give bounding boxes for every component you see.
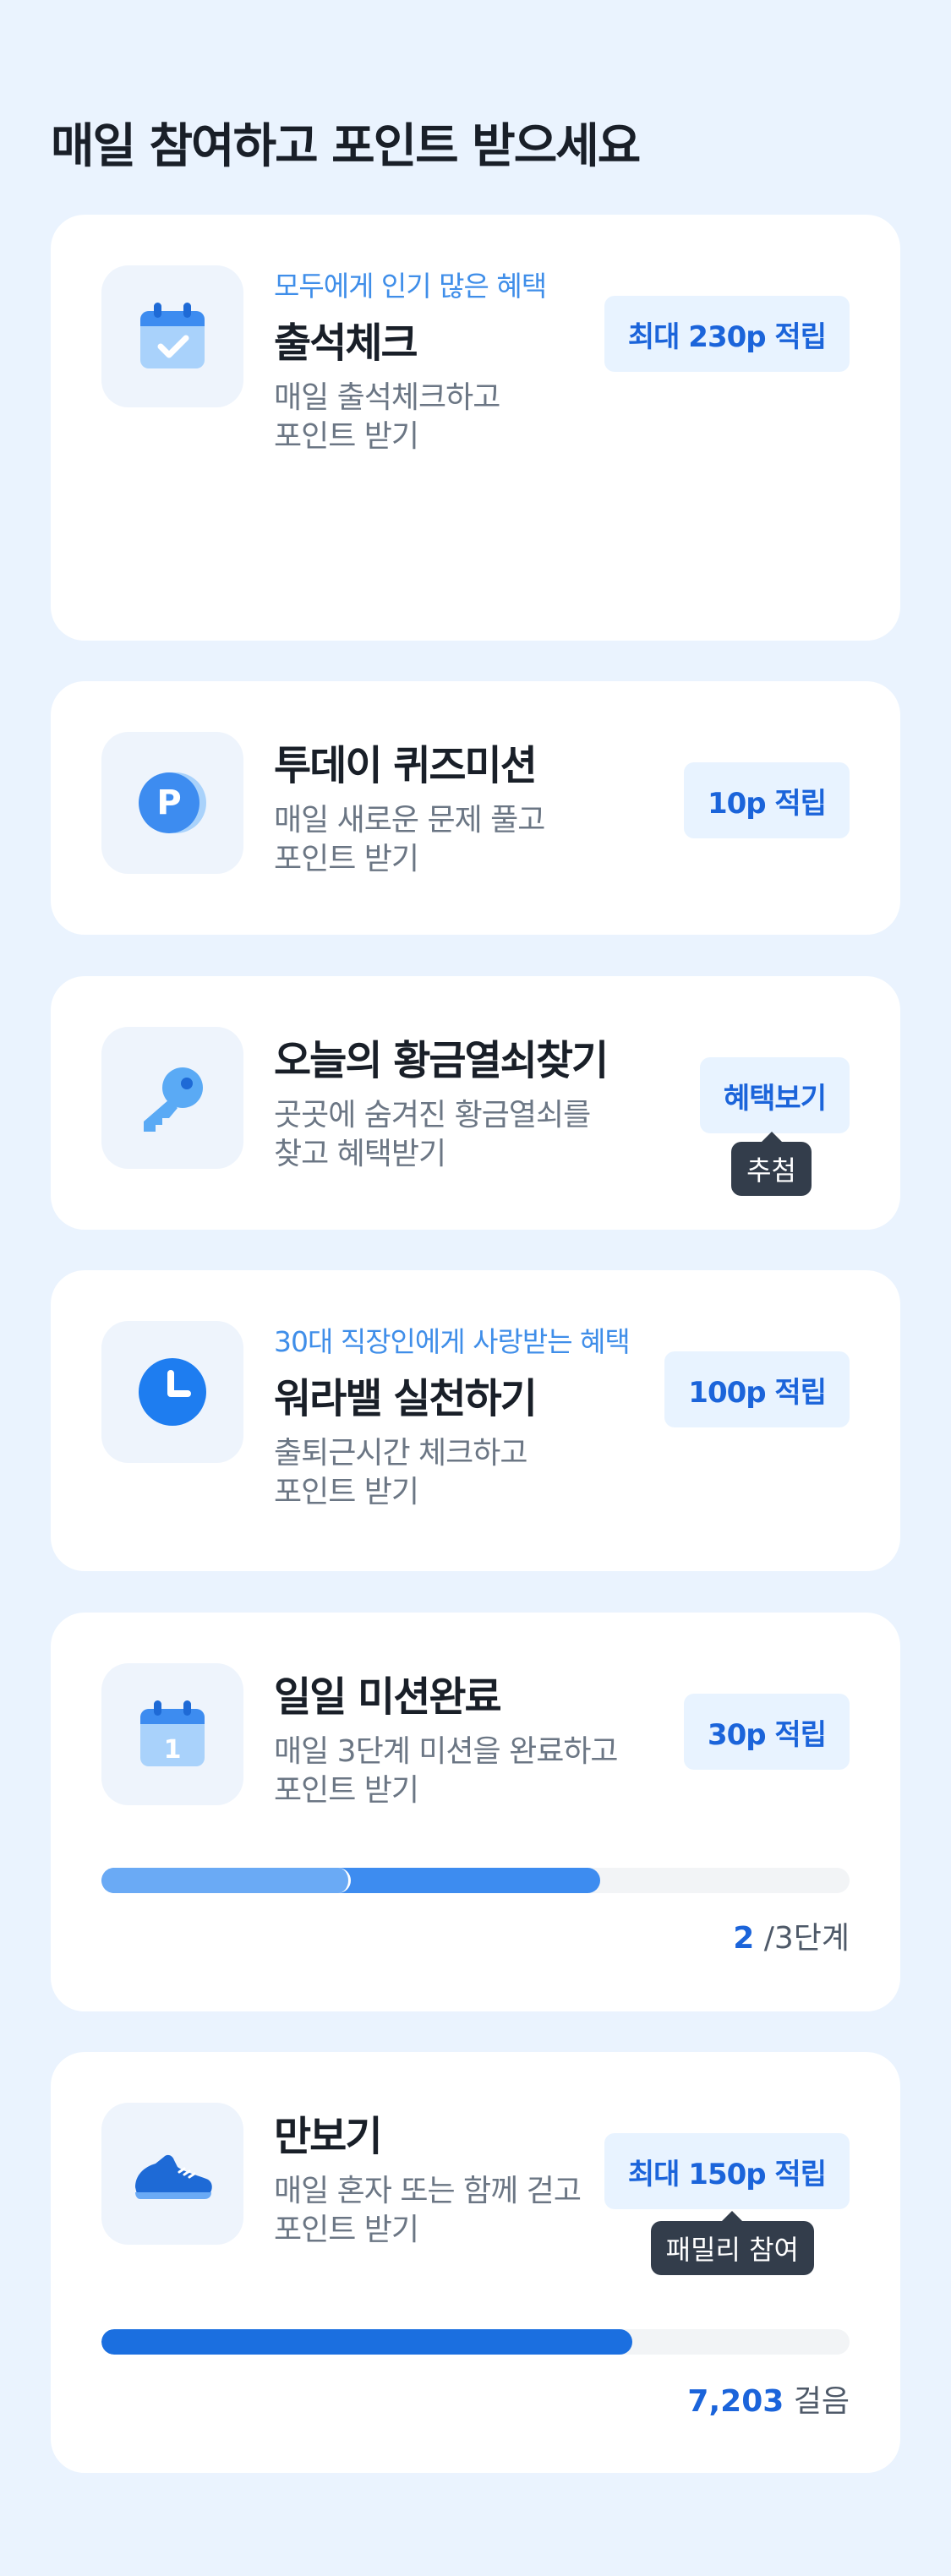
quiz-reward-badge[interactable]: 10p 적립	[683, 762, 850, 838]
work-life-card[interactable]: 30대 직장인에게 사랑받는 혜택 워라밸 실천하기 출퇴근시간 체크하고 포인…	[51, 1270, 900, 1571]
daily-mission-desc-line1: 매일 3단계 미션을 완료하고	[274, 1734, 619, 1769]
pedometer-steps-label: 7,203 걸음	[687, 2377, 850, 2420]
attendance-desc-line1: 매일 출석체크하고	[274, 380, 500, 415]
pedometer-title: 만보기	[274, 2113, 382, 2160]
pedometer-family-tooltip[interactable]: 패밀리 참여	[650, 2211, 814, 2275]
daily-mission-card[interactable]: 1 일일 미션완료 매일 3단계 미션을 완료하고 포인트 받기 30p 적립 …	[51, 1613, 900, 2011]
daily-mission-progress-fill-done	[101, 1868, 351, 1893]
pedometer-card[interactable]: 만보기 매일 혼자 또는 함께 걷고 포인트 받기 최대 150p 적립 패밀리…	[51, 2052, 900, 2473]
pedometer-progress-fill	[101, 2329, 633, 2355]
attendance-title: 출석체크	[274, 319, 418, 367]
daily-mission-progress-bar	[101, 1868, 850, 1893]
page-title: 매일 참여하고 포인트 받으세요	[51, 119, 641, 174]
clock-icon	[101, 1321, 243, 1463]
pedometer-desc-line1: 매일 혼자 또는 함께 걷고	[274, 2174, 582, 2208]
svg-text:1: 1	[164, 1735, 182, 1765]
pedometer-desc-line2: 포인트 받기	[274, 2213, 419, 2247]
calendar-one-icon: 1	[101, 1663, 243, 1805]
golden-key-title: 오늘의 황금열쇠찾기	[274, 1037, 609, 1084]
work-life-title: 워라밸 실천하기	[274, 1375, 538, 1422]
quiz-desc-line2: 포인트 받기	[274, 842, 419, 876]
pedometer-reward-badge[interactable]: 최대 150p 적립	[604, 2133, 850, 2209]
quiz-desc-line1: 매일 새로운 문제 풀고	[274, 803, 545, 838]
daily-mission-current-step: 2	[733, 1921, 755, 1956]
work-life-eyebrow: 30대 직장인에게 사랑받는 혜택	[274, 1325, 631, 1358]
golden-key-tooltip: 추첨	[731, 1132, 812, 1196]
attendance-desc-line2: 포인트 받기	[274, 419, 419, 454]
attendance-eyebrow: 모두에게 인기 많은 혜택	[274, 270, 547, 303]
point-coin-icon: P	[101, 732, 243, 874]
work-life-reward-badge[interactable]: 100p 적립	[664, 1351, 850, 1427]
sneaker-icon	[101, 2103, 243, 2245]
quiz-title: 투데이 퀴즈미션	[274, 742, 538, 789]
daily-mission-reward-badge[interactable]: 30p 적립	[683, 1694, 850, 1770]
attendance-card[interactable]: 모두에게 인기 많은 혜택 출석체크 매일 출석체크하고 포인트 받기 최대 2…	[51, 215, 900, 796]
calendar-check-icon	[101, 265, 243, 407]
work-life-desc-line1: 출퇴근시간 체크하고	[274, 1436, 528, 1471]
pedometer-steps-unit: 걸음	[793, 2384, 850, 2419]
pedometer-progress-bar	[101, 2329, 850, 2355]
daily-mission-progress-label: 2 /3단계	[733, 1913, 850, 1957]
quiz-card[interactable]: P 투데이 퀴즈미션 매일 새로운 문제 풀고 포인트 받기 10p 적립	[51, 681, 900, 935]
pedometer-steps-count: 7,203	[687, 2384, 784, 2419]
golden-key-desc-line2: 찾고 혜택받기	[274, 1137, 446, 1171]
key-icon	[101, 1027, 243, 1169]
golden-key-desc-line1: 곳곳에 숨겨진 황금열쇠를	[274, 1098, 591, 1132]
svg-text:P: P	[156, 783, 181, 822]
daily-mission-desc-line2: 포인트 받기	[274, 1773, 419, 1808]
attendance-reward-badge[interactable]: 최대 230p 적립	[604, 296, 850, 372]
golden-key-benefit-button[interactable]: 혜택보기	[699, 1057, 850, 1133]
work-life-desc-line2: 포인트 받기	[274, 1475, 419, 1509]
golden-key-card[interactable]: 오늘의 황금열쇠찾기 곳곳에 숨겨진 황금열쇠를 찾고 혜택받기 혜택보기 추첨	[51, 976, 900, 1230]
daily-mission-total-steps: /3단계	[763, 1921, 850, 1956]
daily-mission-title: 일일 미션완료	[274, 1673, 502, 1721]
